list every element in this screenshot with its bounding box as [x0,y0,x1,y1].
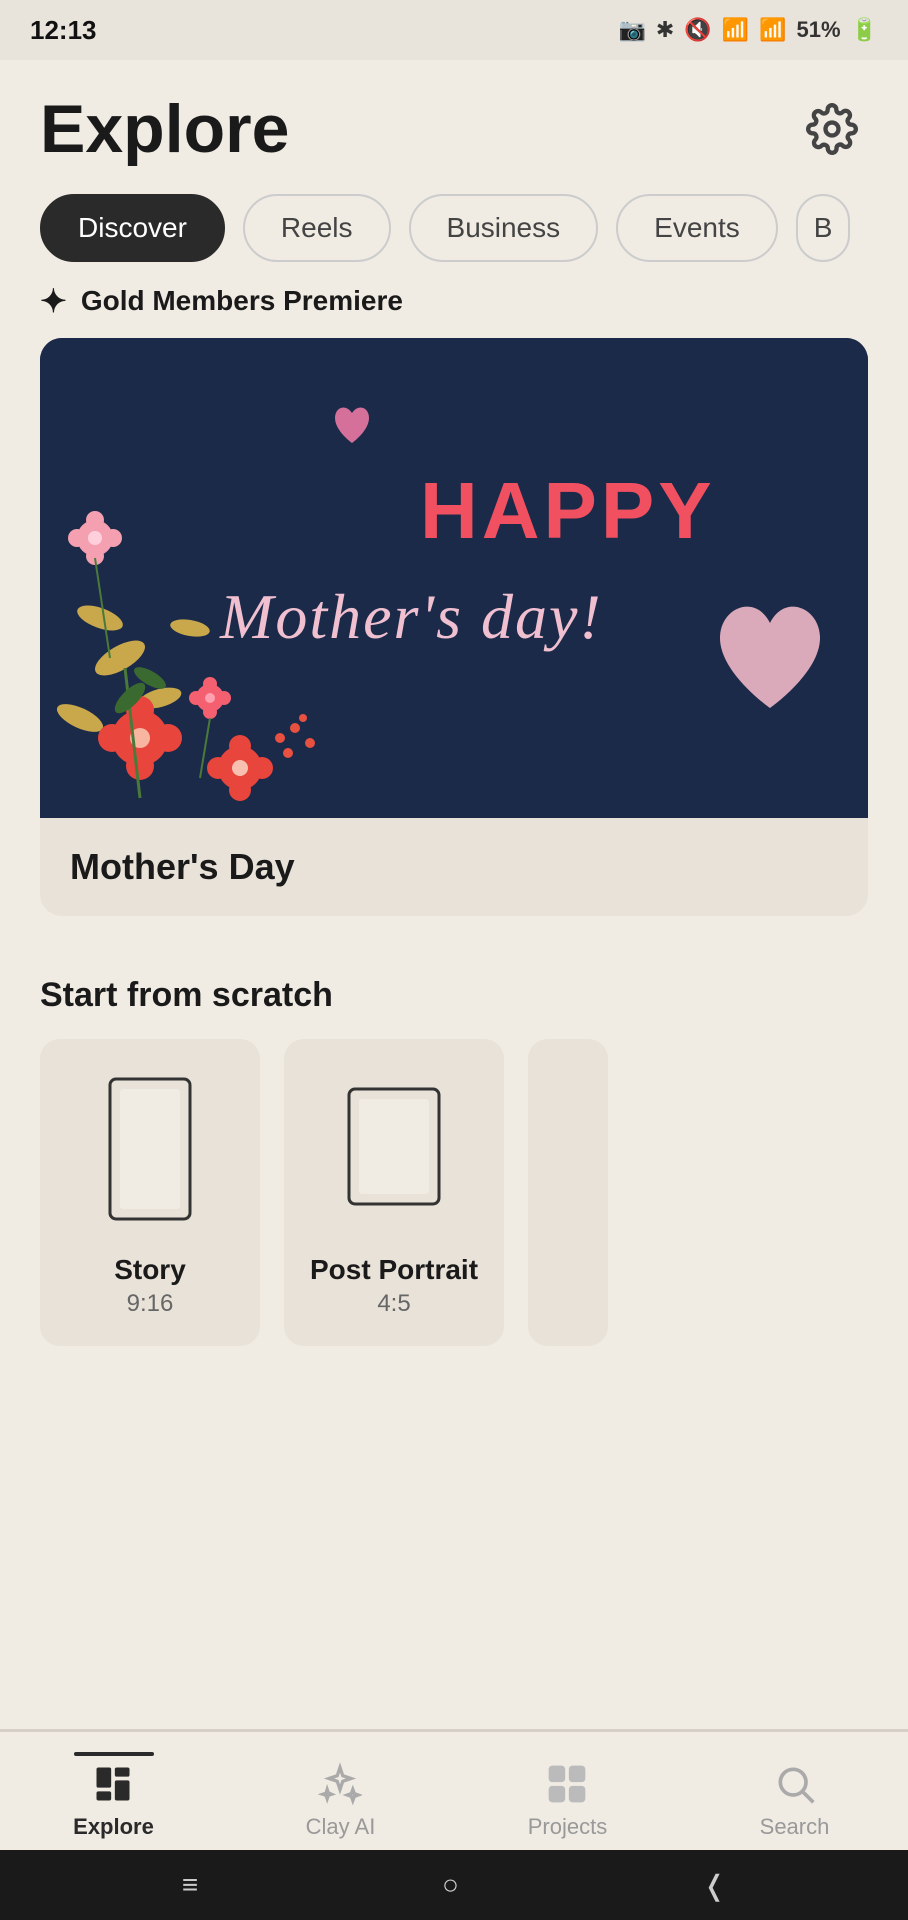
tab-extra[interactable]: B [796,194,851,262]
status-time: 12:13 [30,15,97,46]
mute-icon: 🔇 [684,17,711,43]
settings-button[interactable] [796,93,868,165]
partial-card [528,1039,608,1346]
android-nav-bar: ≡ ○ ❬ [0,1850,908,1920]
clay-ai-nav-icon [318,1762,362,1806]
projects-nav-icon [545,1762,589,1806]
camera-icon: 📷 [618,17,645,43]
android-menu-button[interactable]: ≡ [182,1869,198,1901]
post-portrait-card[interactable]: Post Portrait 4:5 [284,1039,504,1346]
signal-icon: 📶 [759,17,786,43]
mothers-day-card[interactable]: HAPPY Mother's day! Mother's Day [40,338,868,916]
android-back-button[interactable]: ❬ [703,1869,726,1902]
projects-nav-label: Projects [528,1814,607,1840]
gold-section-title: ✦ Gold Members Premiere [40,282,868,320]
gold-section: ✦ Gold Members Premiere [0,282,908,976]
post-portrait-icon [334,1069,454,1234]
nav-explore[interactable]: Explore [0,1752,227,1840]
card-image: HAPPY Mother's day! [40,338,868,818]
tab-discover[interactable]: Discover [40,194,225,262]
card-label: Mother's Day [40,818,868,916]
status-icons: 📷 ✱ 🔇 📶 📶 51% 🔋 [618,17,878,43]
bottom-nav: Explore Clay AI Projects [0,1729,908,1850]
bluetooth-icon: ✱ [656,17,674,43]
clay-ai-nav-label: Clay AI [306,1814,376,1840]
battery-icon: 🔋 [851,17,878,43]
story-sublabel: 9:16 [127,1290,174,1318]
header: Explore [0,60,908,184]
battery-text: 51% [797,17,841,43]
wifi-icon: 📶 [722,17,749,43]
story-label: Story [114,1254,186,1286]
story-icon [90,1069,210,1234]
explore-nav-icon [91,1762,135,1806]
explore-nav-indicator [74,1752,154,1756]
mothers-day-illustration: HAPPY Mother's day! [40,338,868,818]
tab-business[interactable]: Business [409,194,599,262]
gold-star-icon: ✦ [40,282,67,320]
scratch-section-title: Start from scratch [40,976,868,1015]
page-title: Explore [40,90,289,168]
filter-tabs: Discover Reels Business Events B [0,184,908,282]
nav-search[interactable]: Search [681,1752,908,1840]
search-nav-icon [773,1762,817,1806]
story-card[interactable]: Story 9:16 [40,1039,260,1346]
nav-clay-ai[interactable]: Clay AI [227,1752,454,1840]
tab-reels[interactable]: Reels [243,194,391,262]
gear-icon [806,103,858,155]
scratch-grid: Story 9:16 Post Portrait 4:5 [40,1039,868,1346]
scratch-section: Start from scratch Story 9:16 Post Portr… [0,976,908,1366]
explore-nav-label: Explore [73,1814,154,1840]
post-portrait-label: Post Portrait [310,1254,478,1286]
post-portrait-sublabel: 4:5 [377,1290,410,1318]
svg-text:Mother's day!: Mother's day! [219,581,603,652]
status-bar: 12:13 📷 ✱ 🔇 📶 📶 51% 🔋 [0,0,908,60]
android-home-button[interactable]: ○ [442,1869,459,1901]
nav-projects[interactable]: Projects [454,1752,681,1840]
search-nav-label: Search [760,1814,830,1840]
tab-events[interactable]: Events [616,194,778,262]
svg-text:HAPPY: HAPPY [420,466,716,555]
